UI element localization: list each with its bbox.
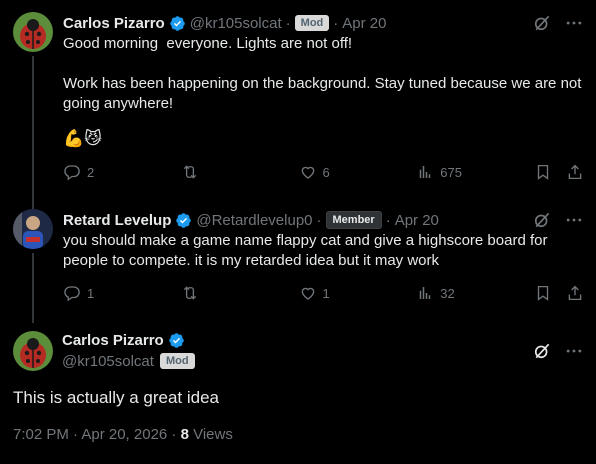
post-secondary-actions xyxy=(534,163,584,181)
views-button[interactable]: 32 xyxy=(416,284,534,302)
separator: · xyxy=(285,14,291,32)
reply-count: 1 xyxy=(87,285,95,301)
mod-badge: Mod xyxy=(159,353,195,369)
avatar[interactable] xyxy=(13,209,53,249)
grok-icon[interactable] xyxy=(532,210,552,230)
like-count: 1 xyxy=(322,285,330,301)
verified-badge-icon xyxy=(168,332,185,349)
focused-post-text: This is actually a great idea xyxy=(13,388,219,407)
share-icon[interactable] xyxy=(566,163,584,181)
thread-line xyxy=(32,56,34,215)
header-actions xyxy=(532,13,584,33)
like-button[interactable]: 6 xyxy=(299,163,417,181)
header-actions xyxy=(532,341,584,361)
more-icon[interactable] xyxy=(564,13,584,33)
thread-line xyxy=(32,253,34,323)
repost-icon xyxy=(183,165,196,179)
reply-button[interactable]: 2 xyxy=(63,163,181,181)
reply-count: 2 xyxy=(87,164,95,180)
post-header: Carlos Pizarro @kr105solcat · Mod · Apr … xyxy=(63,12,584,34)
like-count: 6 xyxy=(322,164,330,180)
views-button[interactable]: 675 xyxy=(416,163,534,181)
more-icon[interactable] xyxy=(564,341,584,361)
repost-button[interactable] xyxy=(181,284,299,302)
member-badge: Member xyxy=(325,211,382,229)
post-secondary-actions xyxy=(534,284,584,302)
reply-post-1[interactable]: Carlos Pizarro @kr105solcat · Mod · Apr … xyxy=(0,0,596,215)
post-date[interactable]: Apr 20 xyxy=(342,15,386,32)
author-handle[interactable]: @Retardlevelup0 xyxy=(196,212,312,229)
post-header: Retard Levelup @Retardlevelup0 · Member … xyxy=(63,209,584,231)
share-icon[interactable] xyxy=(566,284,584,302)
author-block: Carlos Pizarro @kr105solcat Mod xyxy=(62,330,195,372)
reply-post-2[interactable]: Retard Levelup @Retardlevelup0 · Member … xyxy=(0,197,596,323)
separator: · xyxy=(316,211,322,229)
author-name[interactable]: Carlos Pizarro xyxy=(63,15,165,32)
bookmark-icon[interactable] xyxy=(534,163,552,181)
repost-button[interactable] xyxy=(181,163,299,181)
author-handle[interactable]: @kr105solcat xyxy=(62,353,154,370)
bookmark-icon[interactable] xyxy=(534,284,552,302)
views-count: 8 xyxy=(180,426,189,443)
avatar-column xyxy=(13,12,55,215)
reply-icon xyxy=(64,286,80,302)
author-name[interactable]: Carlos Pizarro xyxy=(62,332,164,349)
avatar[interactable] xyxy=(13,331,53,371)
avatar[interactable] xyxy=(13,12,53,52)
post-text: you should make a game name flappy cat a… xyxy=(63,232,552,269)
post-date[interactable]: Apr 20 xyxy=(395,212,439,229)
separator: · xyxy=(333,14,339,32)
views-icon xyxy=(420,166,431,178)
post-emoji: 💪😼 xyxy=(63,129,102,148)
verified-badge-icon xyxy=(169,15,186,32)
author-name[interactable]: Retard Levelup xyxy=(63,212,171,229)
reply-icon xyxy=(64,165,80,181)
views-count: 32 xyxy=(440,285,455,301)
repost-icon xyxy=(183,286,196,300)
post-timestamp[interactable]: 7:02 PM · Apr 20, 2026 · xyxy=(13,426,181,443)
views-count: 675 xyxy=(440,164,462,180)
avatar-column xyxy=(13,209,55,323)
grok-icon[interactable] xyxy=(532,13,552,33)
views-icon xyxy=(420,287,431,299)
post-text: Good morning everyone. Lights are not of… xyxy=(63,35,582,112)
heart-icon xyxy=(301,166,314,179)
post-content: Carlos Pizarro @kr105solcat · Mod · Apr … xyxy=(55,12,584,197)
mod-badge: Mod xyxy=(294,15,330,31)
heart-icon xyxy=(301,287,314,300)
post-actions: 1 1 32 xyxy=(63,283,584,303)
focused-post-meta: 7:02 PM · Apr 20, 2026 · 8 Views xyxy=(13,426,584,443)
post-actions: 2 6 675 xyxy=(63,162,584,182)
verified-badge-icon xyxy=(175,212,192,229)
focused-post: Carlos Pizarro @kr105solcat Mod This is … xyxy=(0,330,596,443)
like-button[interactable]: 1 xyxy=(299,284,417,302)
grok-icon[interactable] xyxy=(532,341,552,361)
separator: · xyxy=(385,211,391,229)
reply-button[interactable]: 1 xyxy=(63,284,181,302)
header-actions xyxy=(532,210,584,230)
author-handle[interactable]: @kr105solcat xyxy=(190,15,282,32)
more-icon[interactable] xyxy=(564,210,584,230)
focused-post-header: Carlos Pizarro @kr105solcat Mod xyxy=(13,330,584,372)
post-content: Retard Levelup @Retardlevelup0 · Member … xyxy=(55,209,584,306)
views-label: Views xyxy=(188,426,233,443)
